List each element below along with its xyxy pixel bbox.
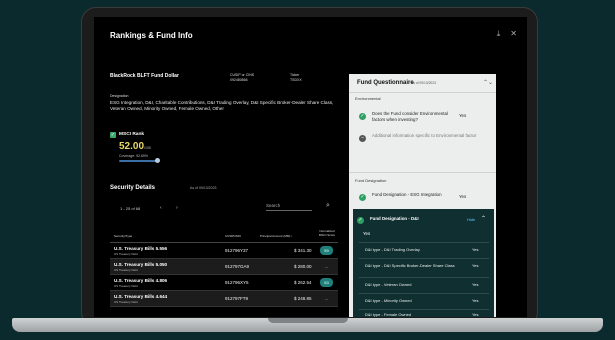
sub-answer-label: D&I type - Female Owned: [365, 312, 412, 317]
expand-collapse-icon[interactable]: ⌃⌄: [483, 79, 493, 86]
question-text: Fund Designation - D&I: [370, 216, 419, 221]
col-score[interactable]: Normalized MSCI Score: [316, 229, 338, 237]
divider: [349, 92, 496, 93]
designation-text: ESG Integration, D&I, Charitable Contrib…: [110, 100, 334, 111]
environmental-section-label: Environmental: [355, 96, 381, 101]
cusip-block: CUSIP or CINS 092480866: [230, 73, 254, 83]
check-icon: ✓: [357, 217, 364, 224]
pager-prev-button[interactable]: ‹: [160, 205, 162, 211]
question-text: Fund Designation - ESG Integration: [372, 192, 442, 197]
download-icon[interactable]: ⤓: [497, 29, 501, 39]
row-score-badge: --: [325, 264, 328, 269]
coverage-knob: [155, 158, 160, 163]
security-as-of: As of 09/13/2023: [190, 186, 217, 190]
search-input[interactable]: Search: [266, 203, 312, 211]
check-icon: ✓: [110, 132, 116, 138]
check-icon: ✓: [359, 194, 366, 201]
sub-answer-value: Yes: [472, 312, 479, 317]
col-amount[interactable]: Principal Amount (MM) ↓: [260, 234, 293, 238]
row-amount: $ 248.85: [294, 296, 312, 301]
sub-answer-label: D&I type - D&I Trading Overlay: [365, 247, 420, 252]
question-answer: Yes: [459, 194, 467, 199]
sub-answer-row: D&I type - D&I Trading Overlay Yes: [359, 242, 489, 258]
row-score-badge: 63: [320, 278, 333, 287]
pager-next-button[interactable]: ›: [176, 205, 178, 211]
row-cusip: 912796Y37: [225, 248, 249, 253]
question-di-expanded: ✓ Fund Designation - D&I Hide ⌃ Yes D&I …: [353, 209, 494, 317]
row-name: U.S. Treasury Bills 4.806: [114, 278, 168, 283]
check-icon: ✓: [359, 113, 366, 120]
question-esg-integration[interactable]: ✓ Fund Designation - ESG Integration Yes: [359, 190, 491, 207]
questionnaire-header: Fund Questionnaire As of 09/13/2023 ⌃⌄: [349, 74, 496, 92]
col-cusip[interactable]: CUSIP/ISIN: [225, 234, 241, 238]
sub-answer-row: D&I type - Minority Owned Yes: [359, 293, 489, 309]
table-row[interactable]: U.S. Treasury Bills 5.556 US Treasury De…: [110, 243, 338, 259]
row-cusip: 912797FT9: [225, 296, 249, 301]
table-header: Security/Type CUSIP/ISIN Principal Amoun…: [110, 228, 338, 243]
hide-link[interactable]: Hide: [467, 217, 475, 222]
sub-answer-row: D&I type - D&I Specific Broker-Dealer Sh…: [359, 258, 489, 277]
table-row[interactable]: U.S. Treasury Bills 4.806 US Treasury De…: [110, 275, 338, 291]
chevron-up-icon[interactable]: ⌃: [481, 215, 486, 222]
sub-answer-value: Yes: [472, 298, 479, 303]
sub-answer-label: D&I type - Minority Owned: [365, 298, 412, 303]
sub-answer-label: D&I type - D&I Specific Broker-Dealer Sh…: [365, 263, 455, 268]
fund-questionnaire-panel: Fund Questionnaire As of 09/13/2023 ⌃⌄ E…: [349, 74, 496, 317]
row-name: U.S. Treasury Bills 5.050: [114, 262, 168, 267]
table-row[interactable]: U.S. Treasury Bills 4.644 US Treasury De…: [110, 291, 338, 307]
sub-answer-label: D&I type - Veteran Owned: [365, 282, 412, 287]
question-environmental-factors[interactable]: ✓ Does the Fund consider Environmental f…: [359, 109, 491, 126]
question-answer: Yes: [363, 231, 371, 236]
question-text: Additional information specific to Envir…: [372, 133, 477, 138]
sub-answer-row: D&I type - Female Owned Yes: [359, 309, 489, 317]
sub-answer-row: D&I type - Veteran Owned Yes: [359, 277, 489, 293]
page-title: Rankings & Fund Info: [110, 31, 193, 40]
pager-text: 1 - 25 of 68: [120, 206, 141, 211]
row-cusip: 912796XY5: [225, 280, 249, 285]
fund-designation-section-label: Fund Designation: [355, 178, 387, 183]
row-amount: $ 262.54: [294, 280, 312, 285]
question-additional-info[interactable]: – Additional information specific to Env…: [359, 131, 491, 148]
questionnaire-as-of: As of 09/13/2023: [411, 81, 436, 85]
row-type: US Treasury Debt: [114, 268, 138, 272]
security-details-title: Security Details: [110, 185, 156, 191]
fund-name: BlackRock BLFT Fund Dollar: [110, 73, 179, 79]
question-text: Does the Fund consider Environmental fac…: [372, 111, 448, 122]
close-icon[interactable]: ✕: [510, 29, 517, 39]
top-icons: ⤓ ✕: [497, 29, 517, 39]
row-type: US Treasury Debt: [114, 252, 138, 256]
sub-answer-value: Yes: [472, 247, 479, 252]
ticker-block: Ticker TSDXX: [290, 73, 302, 83]
sub-answer-value: Yes: [472, 263, 479, 268]
msci-score-max: /100: [144, 146, 151, 150]
question-di-header[interactable]: ✓ Fund Designation - D&I Hide ⌃: [357, 213, 489, 225]
sub-answer-value: Yes: [472, 282, 479, 287]
question-answer: Yes: [459, 113, 467, 118]
search-icon[interactable]: ⌕: [326, 202, 330, 210]
row-name: U.S. Treasury Bills 4.644: [114, 294, 168, 299]
row-name: U.S. Treasury Bills 5.556: [114, 246, 168, 251]
row-score-badge: --: [325, 296, 328, 301]
row-cusip: 912797GA9: [225, 264, 250, 269]
row-score-badge: 59: [320, 246, 333, 255]
row-type: US Treasury Debt: [114, 284, 138, 288]
app-screen: Rankings & Fund Info ⤓ ✕ BlackRock BLFT …: [94, 17, 527, 317]
coverage-bar: [119, 160, 157, 162]
row-type: US Treasury Debt: [114, 300, 138, 304]
cusip-value: 092480866: [230, 78, 248, 82]
row-amount: $ 280.00: [294, 264, 312, 269]
row-amount: $ 341.30: [294, 248, 312, 253]
msci-coverage: Coverage: 92.69%: [119, 154, 148, 158]
msci-score: 52.00/100: [119, 141, 151, 152]
ticker-value: TSDXX: [290, 78, 302, 82]
laptop-notch: [268, 318, 348, 323]
divider: [349, 172, 496, 173]
col-security[interactable]: Security/Type: [114, 234, 132, 238]
questionnaire-title: Fund Questionnaire: [357, 80, 414, 86]
table-row[interactable]: U.S. Treasury Bills 5.050 US Treasury De…: [110, 259, 338, 275]
minus-icon: –: [359, 135, 366, 142]
msci-score-value: 52.00: [119, 141, 145, 152]
designation-label: Designation: [110, 94, 129, 98]
msci-rank-title: MSCI Rank: [119, 132, 145, 137]
